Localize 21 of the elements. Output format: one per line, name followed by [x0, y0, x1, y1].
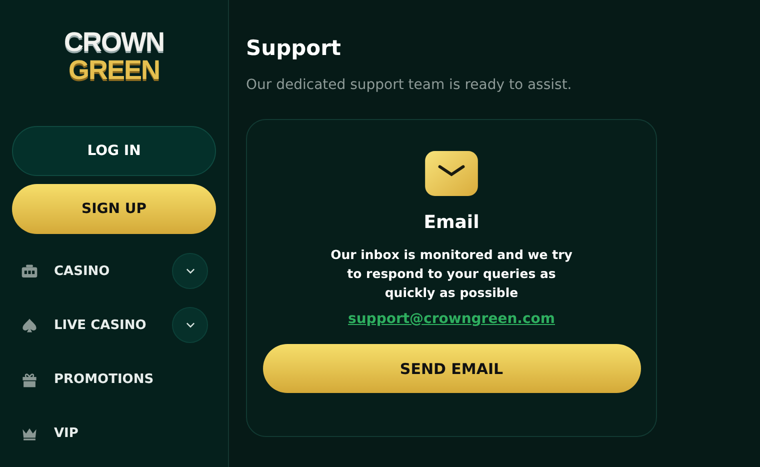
email-link[interactable]: support@crowngreen.com: [348, 311, 555, 327]
page-subtitle: Our dedicated support team is ready to assist.: [246, 77, 573, 93]
nav-item[interactable]: CASINO: [54, 264, 172, 278]
expand-button[interactable]: [172, 307, 208, 343]
card-description: Our inbox is monitored and we try to respond to your queries as quickly as possible: [330, 246, 574, 302]
spade-icon: [21, 316, 38, 334]
send-email-button[interactable]: SEND EMAIL: [262, 344, 640, 393]
nav-item[interactable]: PROMOTIONS: [54, 372, 216, 386]
nav-item[interactable]: LIVE CASINO: [54, 318, 172, 332]
card-title: Email: [424, 212, 480, 233]
page-title: Support: [246, 36, 342, 60]
gift-icon: [21, 370, 38, 388]
envelope-icon: [425, 151, 478, 196]
slot-machine-icon: [21, 262, 38, 280]
chevron-down-icon: [186, 268, 194, 274]
nav-item[interactable]: VIP: [54, 426, 216, 440]
log-in-button[interactable]: LOG IN: [12, 126, 216, 176]
chevron-down-icon: [186, 322, 194, 328]
expand-button[interactable]: [172, 253, 208, 289]
sign-up-button[interactable]: SIGN UP: [12, 184, 216, 234]
logo[interactable]: CROWN GREEN: [12, 28, 216, 84]
